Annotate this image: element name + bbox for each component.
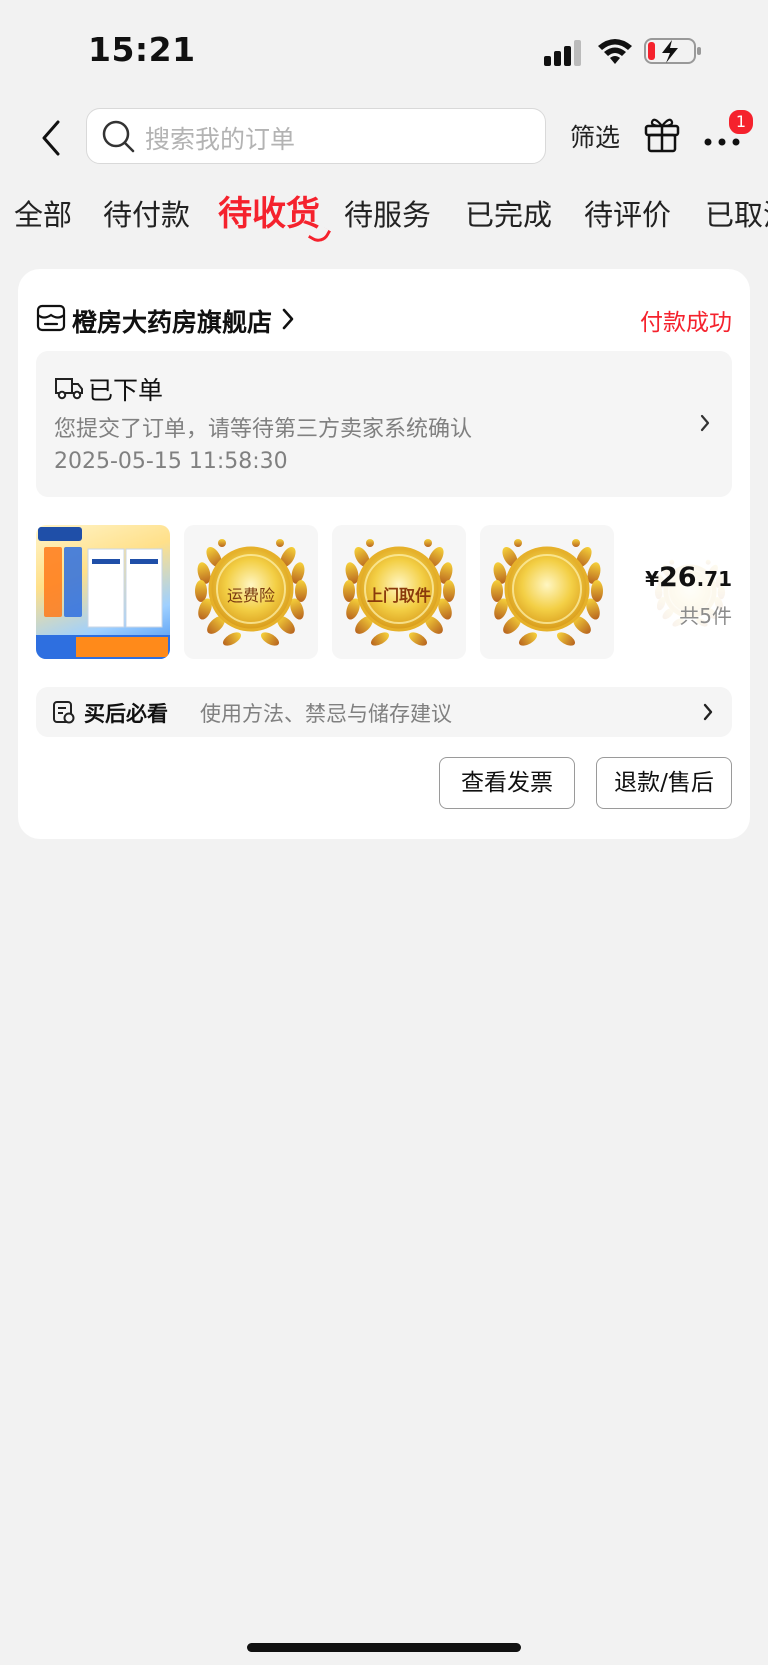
header: 搜索我的订单 筛选 1 [0,100,768,176]
shop-name[interactable]: 橙房大药房旗舰店 [72,303,272,339]
status-time: 15:21 [88,30,196,69]
home-indicator [247,1643,521,1652]
item-count: 共5件 [679,604,732,628]
logistics-time: 2025-05-15 11:58:30 [54,449,288,474]
tab-all[interactable]: 全部 [14,192,72,234]
shop-icon [36,304,66,332]
logistics-title: 已下单 [88,376,164,405]
back-arrow-icon[interactable] [38,118,68,158]
refund-after-sales-button[interactable]: 退款/售后 [596,757,732,809]
product-thumbnails[interactable]: 运费险 上门取件 ¥26.71 共5件 [36,525,732,661]
battery-charging-icon [644,38,701,64]
order-card[interactable]: 橙房大药房旗舰店 付款成功 已下单 您提交了订单，请等待第三方卖家系统确认 20… [18,269,750,839]
cellular-signal-icon [544,40,581,66]
tab-completed[interactable]: 已完成 [465,192,552,234]
after-purchase-tips[interactable]: 买后必看 使用方法、禁忌与储存建议 [36,687,732,737]
logistics-panel[interactable]: 已下单 您提交了订单，请等待第三方卖家系统确认 2025-05-15 11:58… [36,351,732,497]
medal-icon [489,537,605,650]
tips-description: 使用方法、禁忌与储存建议 [200,702,452,726]
service-medal[interactable] [480,525,614,659]
product-box-illustration [36,527,170,659]
notification-badge: 1 [727,108,755,136]
search-placeholder: 搜索我的订单 [145,125,296,154]
medal-label: 上门取件 [366,586,431,605]
tab-pending-payment[interactable]: 待付款 [103,192,190,234]
logistics-description: 您提交了订单，请等待第三方卖家系统确认 [54,417,473,442]
chevron-right-icon [282,308,294,330]
medal-label: 运费险 [226,586,275,605]
tab-pending-review[interactable]: 待评价 [584,192,671,234]
search-icon [102,120,135,153]
chevron-right-icon [703,703,713,721]
pickup-service-medal[interactable]: 上门取件 [332,525,466,659]
status-bar: 15:21 [0,0,768,100]
tab-pending-receipt[interactable]: 待收货 [218,186,320,235]
order-tabs: 全部 待付款 待收货 待服务 已完成 待评价 已取消 [0,186,768,242]
order-total: ¥26.71 共5件 [636,563,732,629]
product-image[interactable] [36,525,170,659]
price: ¥26.71 [645,562,732,593]
chevron-right-icon [700,414,710,432]
search-input[interactable]: 搜索我的订单 [86,108,546,164]
tips-title: 买后必看 [84,702,168,726]
order-status: 付款成功 [640,310,732,336]
gift-icon[interactable] [643,114,681,154]
wifi-icon [598,39,632,64]
freight-insurance-medal[interactable]: 运费险 [184,525,318,659]
filter-button[interactable]: 筛选 [570,118,620,154]
tab-pending-service[interactable]: 待服务 [344,192,431,234]
tab-cancelled[interactable]: 已取消 [705,192,768,234]
view-invoice-button[interactable]: 查看发票 [439,757,575,809]
truck-icon [55,378,83,400]
document-icon [53,701,75,724]
